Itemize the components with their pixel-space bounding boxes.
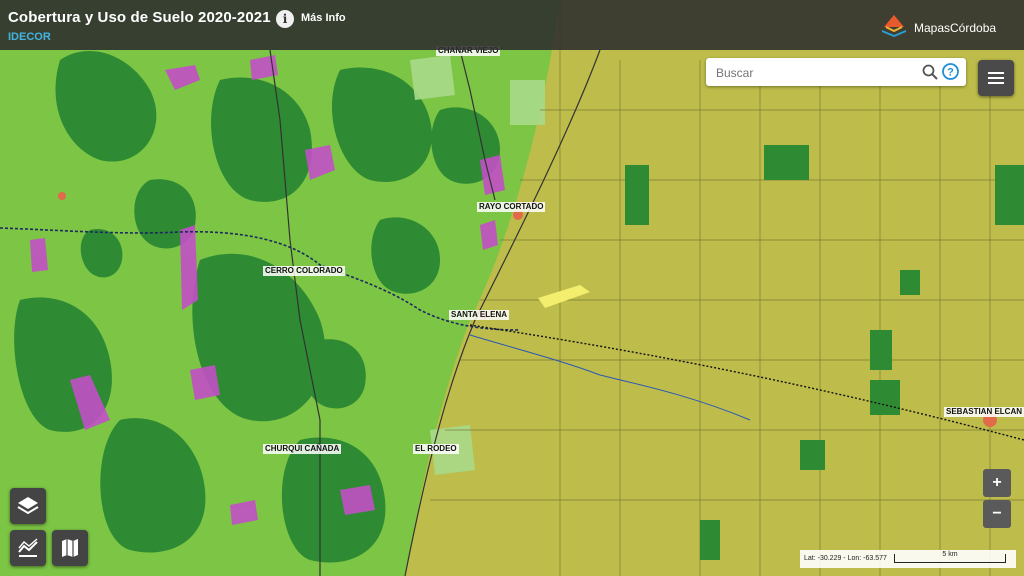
- search-box: ?: [706, 58, 966, 86]
- map-icon: [62, 539, 78, 557]
- more-info-link[interactable]: Más Info: [301, 12, 346, 24]
- map-app: CHAÑAR VIEJO RAYO CORTADO CERRO COLORADO…: [0, 0, 1024, 576]
- zoom-in-button[interactable]: +: [983, 469, 1011, 497]
- brand-name: MapasCórdoba: [914, 21, 997, 35]
- legend-icon: [18, 538, 38, 557]
- coordinate-scale-bar: Lat: -30.229 - Lon: -63.577 5 km: [800, 550, 1016, 568]
- legend-button[interactable]: [10, 530, 46, 566]
- place-label-el-rodeo: EL RODEO: [413, 444, 459, 454]
- search-input[interactable]: [714, 62, 918, 84]
- menu-button[interactable]: [978, 60, 1014, 96]
- page-title: Cobertura y Uso de Suelo 2020-2021: [8, 9, 271, 26]
- place-label-santa-elena: SANTA ELENA: [449, 310, 509, 320]
- page-subtitle: IDECOR: [8, 31, 51, 43]
- header-bar: Cobertura y Uso de Suelo 2020-2021 IDECO…: [0, 0, 1024, 50]
- place-label-rayo-cortado: RAYO CORTADO: [477, 202, 546, 212]
- scale-bar: 5 km: [894, 551, 1006, 563]
- layers-button[interactable]: [10, 488, 46, 524]
- layers-icon: [17, 497, 39, 515]
- map-canvas[interactable]: [0, 0, 1024, 576]
- basemap-button[interactable]: [52, 530, 88, 566]
- search-icon[interactable]: [922, 64, 938, 80]
- brand-logo-icon: [882, 15, 906, 37]
- place-label-cerro-colorado: CERRO COLORADO: [263, 266, 345, 276]
- hamburger-icon: [988, 72, 1004, 84]
- place-label-sebastian-elcano: SEBASTIAN ELCAN: [944, 407, 1024, 417]
- zoom-out-button[interactable]: −: [983, 500, 1011, 528]
- svg-text:?: ?: [947, 67, 954, 79]
- scale-label: 5 km: [942, 551, 958, 558]
- coordinate-readout: Lat: -30.229 - Lon: -63.577: [804, 555, 887, 562]
- help-icon[interactable]: ?: [942, 63, 959, 80]
- place-label-churqui-canada: CHURQUI CAÑADA: [263, 444, 342, 454]
- info-icon[interactable]: i: [276, 10, 294, 28]
